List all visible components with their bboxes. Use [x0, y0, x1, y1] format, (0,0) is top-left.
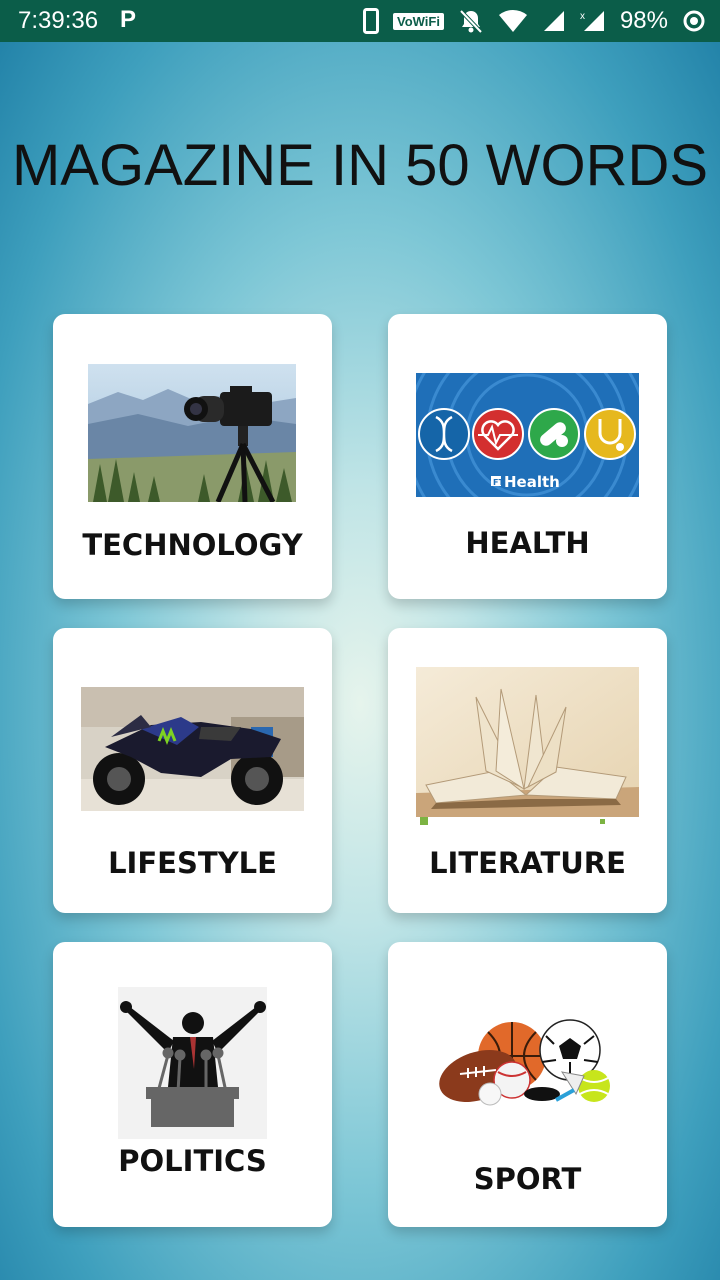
- health-icons-image: FT Health: [416, 373, 639, 497]
- category-card-health[interactable]: FT Health HEALTH: [388, 314, 667, 599]
- parking-icon: P: [120, 6, 137, 33]
- category-card-lifestyle[interactable]: LIFESTYLE: [53, 628, 332, 913]
- vowifi-icon: VoWiFi: [392, 12, 444, 30]
- status-time: 7:39:36: [18, 7, 99, 34]
- politician-podium-image: [118, 987, 267, 1139]
- category-card-sport[interactable]: SPORT: [388, 942, 667, 1227]
- category-card-politics[interactable]: POLITICS: [53, 942, 332, 1227]
- status-bar: 7:39:36 P VoWiFi x 98%: [0, 0, 720, 42]
- category-card-technology[interactable]: TECHNOLOGY: [53, 314, 332, 599]
- category-label: HEALTH: [465, 526, 590, 560]
- camera-tripod-image: [88, 364, 296, 502]
- mute-icon: [459, 9, 483, 34]
- sports-balls-image: [438, 1014, 616, 1114]
- sync-icon: [683, 10, 705, 32]
- open-book-image: [416, 667, 639, 829]
- motorcycle-image: [81, 687, 304, 811]
- phone-icon: [362, 8, 379, 34]
- signal-icon: [543, 11, 564, 31]
- category-label: LIFESTYLE: [108, 846, 277, 880]
- page-title: MAGAZINE IN 50 WORDS: [11, 133, 709, 198]
- status-icons: VoWiFi x 98%: [362, 7, 706, 35]
- health-image-text: Health: [504, 473, 560, 491]
- category-card-literature[interactable]: LITERATURE: [388, 628, 667, 913]
- signal-x-icon: x: [580, 11, 604, 31]
- category-label: POLITICS: [118, 1144, 267, 1178]
- battery-level: 98%: [619, 7, 668, 34]
- wifi-icon: [498, 9, 527, 33]
- category-label: TECHNOLOGY: [82, 528, 303, 562]
- health-image-badge: FT: [493, 478, 504, 487]
- category-label: SPORT: [473, 1162, 582, 1196]
- svg-text:x: x: [580, 11, 585, 22]
- category-label: LITERATURE: [429, 846, 626, 880]
